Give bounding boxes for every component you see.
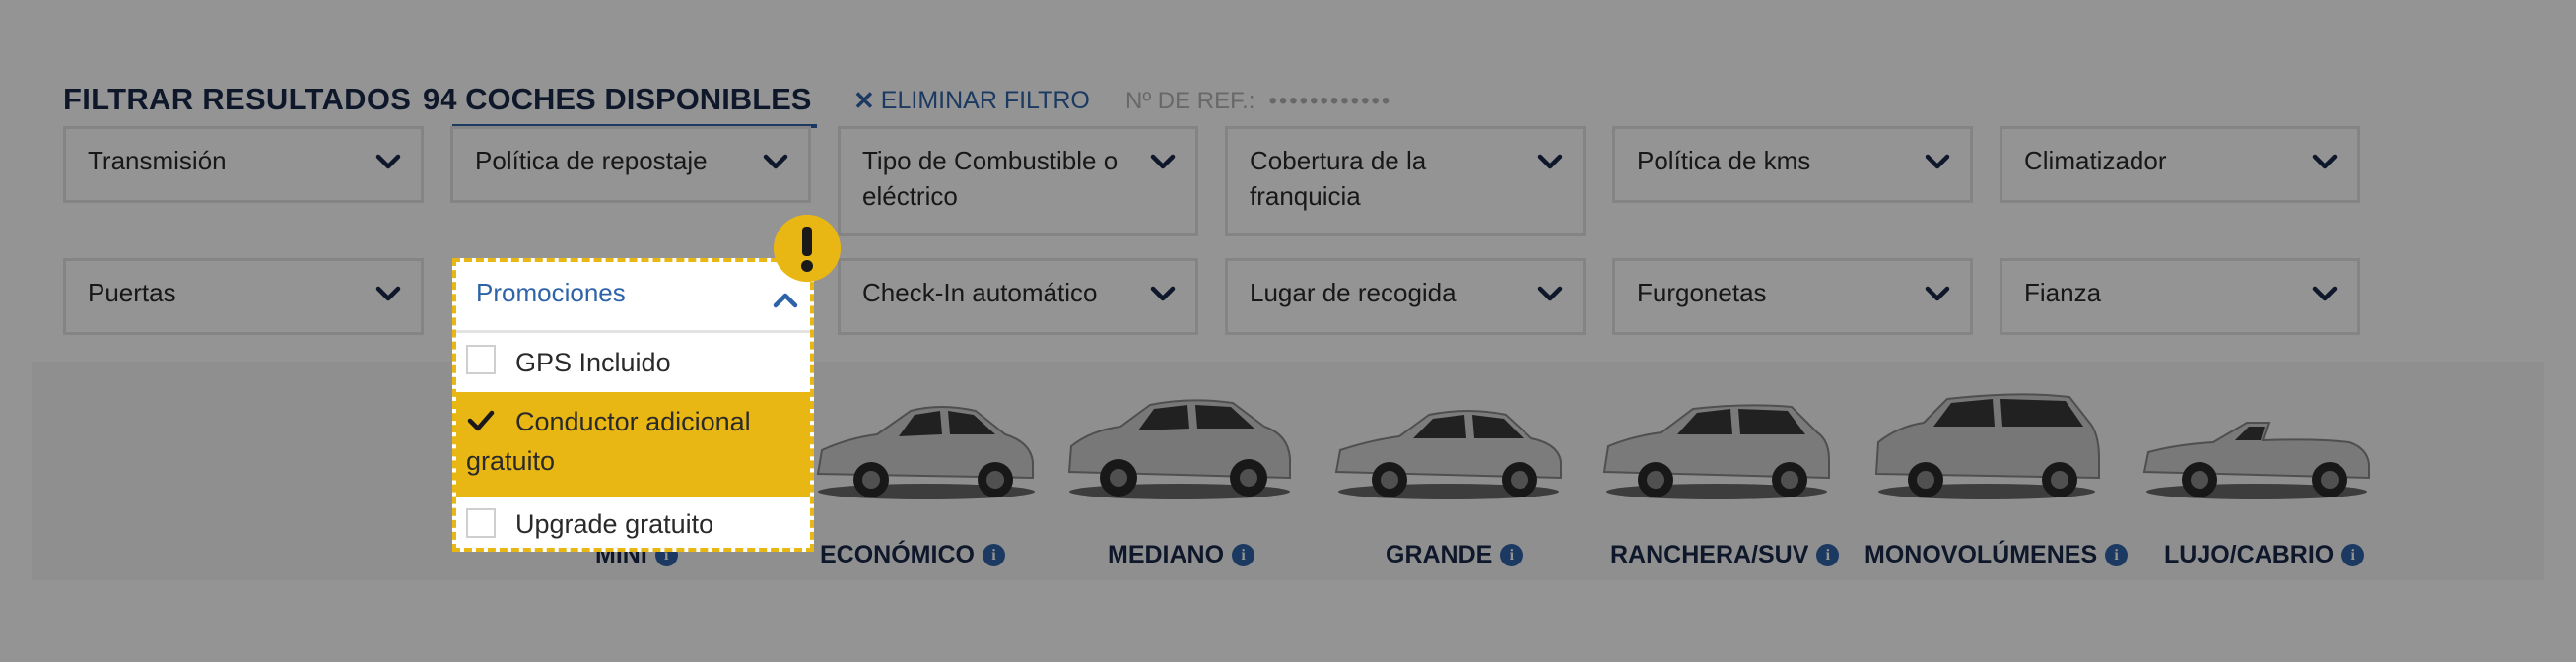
car-image-lujo-cabrio[interactable] (2138, 381, 2375, 505)
category-label: MEDIANO (1108, 541, 1225, 568)
warning-icon (774, 215, 841, 282)
chevron-down-icon (1925, 286, 1950, 301)
available-cars-tab[interactable]: 94 COCHES DISPONIBLES (423, 75, 811, 124)
chevron-down-icon (1537, 286, 1563, 301)
filter-excess-coverage[interactable]: Cobertura de la franquicia (1225, 126, 1586, 236)
category-label: LUJO/CABRIO (2164, 541, 2335, 568)
filter-fuel-policy[interactable]: Política de repostaje (450, 126, 811, 203)
promotions-dropdown[interactable]: Promociones GPS Incluido Conductor adici… (452, 258, 814, 552)
filter-transmission[interactable]: Transmisión (63, 126, 424, 203)
category-monovolumenes[interactable]: MONOVOLÚMENES i (1864, 537, 2129, 572)
filter-label: Climatizador (2024, 146, 2167, 175)
filter-label: Transmisión (88, 146, 227, 175)
filter-pickup-location[interactable]: Lugar de recogida (1225, 258, 1586, 335)
car-image-monovolumenes[interactable] (1868, 381, 2105, 505)
filter-deposit[interactable]: Fianza (2000, 258, 2360, 335)
category-grande[interactable]: GRANDE i (1386, 537, 1524, 572)
reference-number: Nº DE REF.: •••••••••••• (1125, 85, 1391, 118)
remove-filter-link[interactable]: ✕ ELIMINAR FILTRO (853, 83, 1090, 118)
chevron-up-icon (773, 293, 798, 308)
info-icon[interactable]: i (2105, 543, 2129, 566)
reference-label: Nº DE REF.: (1125, 88, 1255, 114)
info-icon[interactable]: i (1232, 543, 1255, 566)
category-mediano[interactable]: MEDIANO i (1108, 537, 1255, 572)
promotion-option-additional-driver[interactable]: Conductor adicional gratuito (456, 392, 810, 496)
filter-title: FILTRAR RESULTADOS (63, 82, 412, 116)
filter-doors[interactable]: Puertas (63, 258, 424, 335)
promotion-option-gps[interactable]: GPS Incluido (456, 333, 810, 392)
close-icon: ✕ (853, 85, 875, 115)
filter-label: Tipo de Combustible o eléctrico (862, 146, 1119, 211)
category-ranchera-suv[interactable]: RANCHERA/SUV i (1610, 537, 1840, 572)
promotions-label: Promociones (476, 278, 626, 307)
category-lujo-cabrio[interactable]: LUJO/CABRIO i (2164, 537, 2365, 572)
option-label: Conductor adicional gratuito (466, 407, 751, 476)
info-icon[interactable]: i (982, 543, 1005, 566)
chevron-down-icon (2312, 154, 2338, 169)
category-label: MONOVOLÚMENES (1864, 541, 2098, 568)
option-label: GPS Incluido (515, 348, 671, 377)
chevron-down-icon (1150, 154, 1176, 169)
category-economico[interactable]: ECONÓMICO i (820, 537, 1005, 572)
chevron-down-icon (1150, 286, 1176, 301)
car-image-ranchera-suv[interactable] (1598, 381, 1835, 505)
promotions-dropdown-header[interactable]: Promociones (456, 262, 810, 333)
reference-value: •••••••••••• (1268, 88, 1392, 114)
filter-label: Fianza (2024, 278, 2102, 307)
chevron-down-icon (763, 154, 788, 169)
category-label: RANCHERA/SUV (1610, 541, 1809, 568)
filter-label: Política de repostaje (475, 146, 708, 175)
filter-label: Puertas (88, 278, 176, 307)
option-label: Upgrade gratuito (515, 509, 714, 539)
category-label: GRANDE (1386, 541, 1493, 568)
filter-fuel-type[interactable]: Tipo de Combustible o eléctrico (838, 126, 1198, 236)
filter-mileage-policy[interactable]: Política de kms (1612, 126, 1973, 203)
checkbox[interactable] (466, 508, 496, 538)
info-icon[interactable]: i (2341, 543, 2365, 566)
category-label: ECONÓMICO (820, 541, 975, 568)
filter-header: FILTRAR RESULTADOS 94 COCHES DISPONIBLES (63, 75, 811, 124)
info-icon[interactable]: i (1500, 543, 1524, 566)
car-image-economico[interactable] (808, 381, 1045, 505)
filter-auto-checkin[interactable]: Check-In automático (838, 258, 1198, 335)
remove-filter-label: ELIMINAR FILTRO (880, 86, 1090, 114)
filter-label: Furgonetas (1637, 278, 1767, 307)
filter-label: Lugar de recogida (1250, 278, 1457, 307)
filter-air-conditioning[interactable]: Climatizador (2000, 126, 2360, 203)
checkbox[interactable] (466, 345, 496, 374)
info-icon[interactable]: i (1816, 543, 1840, 566)
car-image-mediano[interactable] (1061, 381, 1298, 505)
promotion-option-upgrade[interactable]: Upgrade gratuito (456, 496, 810, 552)
chevron-down-icon (375, 286, 401, 301)
chevron-down-icon (375, 154, 401, 169)
filter-label: Cobertura de la franquicia (1250, 146, 1427, 211)
filter-vans[interactable]: Furgonetas (1612, 258, 1973, 335)
chevron-down-icon (1925, 154, 1950, 169)
chevron-down-icon (2312, 286, 2338, 301)
filter-panel: FILTRAR RESULTADOS 94 COCHES DISPONIBLES… (0, 0, 2576, 662)
filter-label: Check-In automático (862, 278, 1098, 307)
filter-label: Política de kms (1637, 146, 1811, 175)
car-image-grande[interactable] (1330, 381, 1567, 505)
chevron-down-icon (1537, 154, 1563, 169)
